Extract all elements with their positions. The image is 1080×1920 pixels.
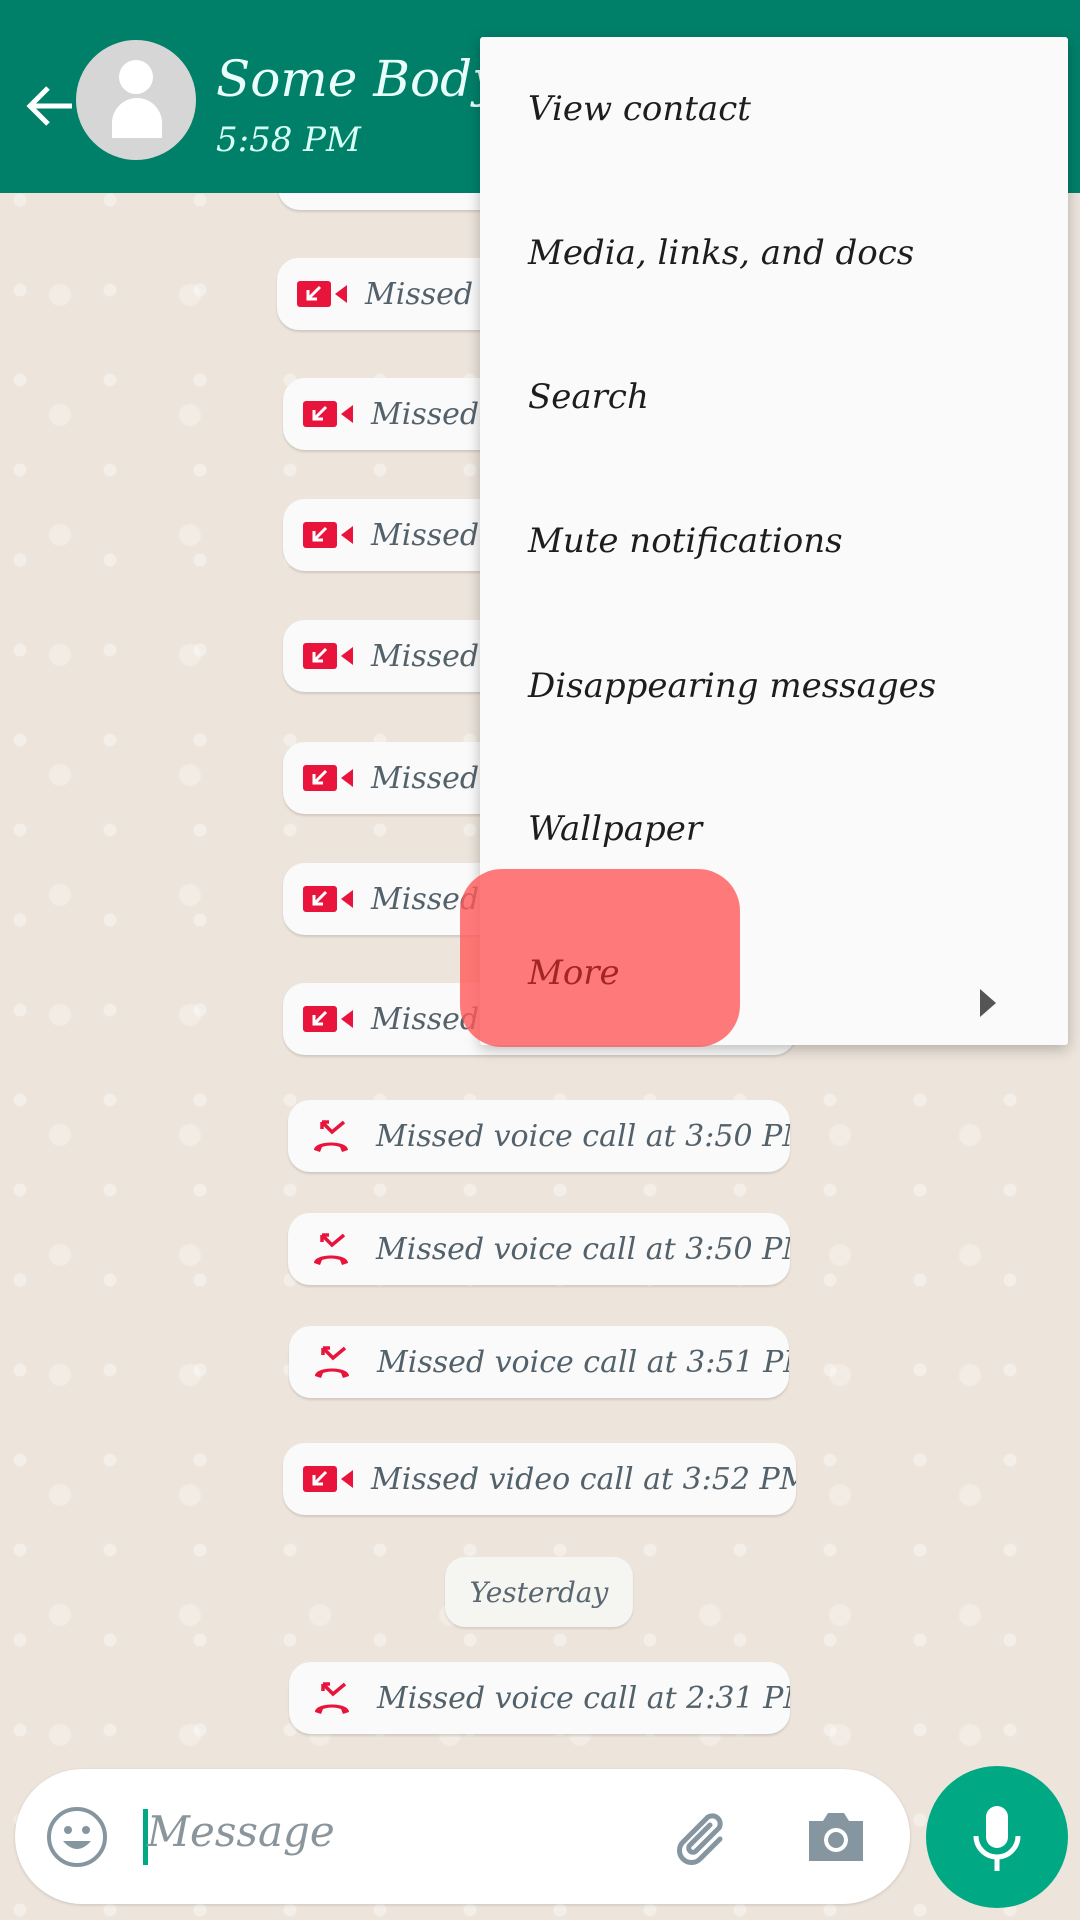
message-text: Missed: [371, 396, 480, 432]
contact-name[interactable]: Some Body: [216, 50, 500, 108]
missed-video-call-icon: [303, 765, 353, 791]
back-arrow-icon[interactable]: [22, 78, 78, 134]
missed-voice-call-icon: [315, 1682, 349, 1714]
camera-icon[interactable]: [805, 1807, 867, 1865]
missed-video-call-icon: [303, 1466, 353, 1492]
message-bubble: Missed voice call at 2:31 PM: [289, 1662, 790, 1734]
microphone-icon: [973, 1806, 1021, 1871]
missed-voice-call-icon: [315, 1346, 349, 1378]
missed-video-call-icon: [303, 886, 353, 912]
attach-icon[interactable]: [670, 1803, 740, 1873]
date-divider: Yesterday: [445, 1557, 633, 1627]
missed-voice-call-icon: [314, 1233, 348, 1265]
message-text: Missed: [371, 760, 480, 796]
menu-item-more[interactable]: More: [528, 953, 620, 993]
menu-item-wallpaper[interactable]: Wallpaper: [528, 809, 702, 849]
message-text: Missed video call at 3:52 PM: [371, 1461, 796, 1497]
emoji-icon[interactable]: [45, 1805, 109, 1869]
missed-voice-call-icon: [314, 1120, 348, 1152]
missed-video-call-icon: [303, 522, 353, 548]
message-text: Missed voice call at 2:31 PM: [377, 1680, 790, 1716]
submenu-arrow-icon: [980, 989, 996, 1017]
message-bubble: Missed voice call at 3:51 PM: [289, 1326, 789, 1398]
message-text: Missed: [371, 517, 480, 553]
last-seen-status: 5:58 PM: [216, 120, 361, 160]
missed-video-call-icon: [303, 401, 353, 427]
missed-video-call-icon: [303, 643, 353, 669]
message-bubble: Missed voice call at 3:50 PM: [288, 1100, 790, 1172]
message-text: Missed: [371, 638, 480, 674]
message-text: Missed voice call at 3:50 PM: [376, 1118, 790, 1154]
voice-record-button[interactable]: [926, 1766, 1068, 1908]
message-bubble: Missed voice call at 3:50 PM: [288, 1213, 790, 1285]
missed-video-call-icon: [297, 281, 347, 307]
message-text: Missed: [365, 276, 474, 312]
message-input[interactable]: Message: [147, 1807, 335, 1856]
message-input-bar[interactable]: Message: [15, 1769, 910, 1904]
menu-item-search[interactable]: Search: [528, 377, 649, 417]
menu-item-media-links-docs[interactable]: Media, links, and docs: [528, 233, 914, 273]
menu-item-disappearing-messages[interactable]: Disappearing messages: [528, 666, 936, 706]
menu-item-mute-notifications[interactable]: Mute notifications: [528, 521, 843, 561]
missed-video-call-icon: [303, 1006, 353, 1032]
message-text: Missed voice call at 3:50 PM: [376, 1231, 790, 1267]
message-text: Missed voice call at 3:51 PM: [377, 1344, 789, 1380]
avatar[interactable]: [76, 40, 196, 160]
menu-item-view-contact[interactable]: View contact: [528, 89, 751, 129]
message-bubble: Missed video call at 3:52 PM: [283, 1443, 796, 1515]
